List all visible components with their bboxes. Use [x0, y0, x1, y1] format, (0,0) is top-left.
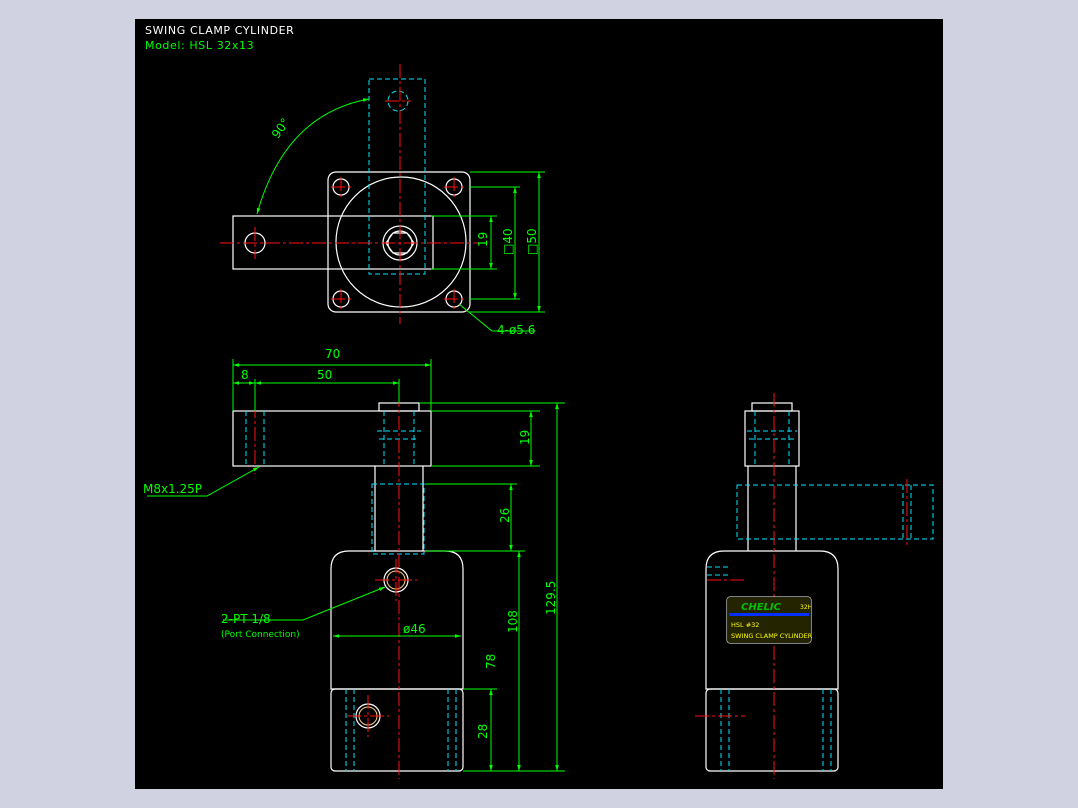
drawing-canvas: 90° 19 □40 □50 4-ø5.6 70 8 50 19 26 129.…	[143, 64, 934, 779]
side-base	[705, 688, 839, 772]
dim-8: 8	[241, 368, 249, 382]
side-shaft-top	[751, 402, 793, 412]
front-view: 70 8 50 19 26 129.5 108 78 28 ø46 M8x1.2…	[143, 347, 565, 779]
dim-holes: 4-ø5.6	[497, 323, 535, 337]
cad-viewport[interactable]: SWING CLAMP CYLINDER Model: HSL 32x13 90…	[135, 19, 943, 789]
port-note: (Port Connection)	[221, 630, 300, 640]
port-label: 2-PT 1/8	[221, 612, 271, 626]
dim-108: 108	[506, 610, 520, 633]
product-label: CHELIC 32H HSL #32 SWING CLAMP CYLINDER	[726, 596, 813, 644]
thread-label: M8x1.25P	[143, 482, 202, 496]
label-model: HSL #32	[731, 621, 759, 629]
dim-19-top: 19	[476, 232, 490, 247]
front-base	[330, 688, 464, 772]
dim-28: 28	[476, 724, 490, 739]
side-neck	[747, 466, 797, 551]
label-brand: CHELIC	[741, 602, 782, 613]
label-name: SWING CLAMP CYLINDER	[731, 632, 813, 640]
dim-dia46: ø46	[403, 622, 426, 636]
dim-19: 19	[518, 430, 532, 445]
side-view: CHELIC 32H HSL #32 SWING CLAMP CYLINDER	[695, 393, 934, 779]
dim-129-5: 129.5	[544, 581, 558, 615]
front-body	[330, 550, 464, 690]
dim-50: 50	[317, 368, 332, 382]
angle-label: 90°	[269, 116, 293, 141]
dim-sq40: □40	[501, 228, 515, 255]
dim-70: 70	[325, 347, 340, 361]
front-arm	[232, 410, 432, 467]
dim-26: 26	[498, 508, 512, 523]
cylinder-circle	[335, 176, 467, 308]
side-arm-hidden	[736, 484, 934, 540]
front-piston-hidden	[371, 483, 425, 555]
dim-sq50: □50	[525, 228, 539, 255]
label-tag: 32H	[800, 604, 812, 611]
dim-78: 78	[484, 654, 498, 669]
label-stripe	[729, 613, 809, 616]
top-view: 90° 19 □40 □50 4-ø5.6	[220, 64, 545, 337]
